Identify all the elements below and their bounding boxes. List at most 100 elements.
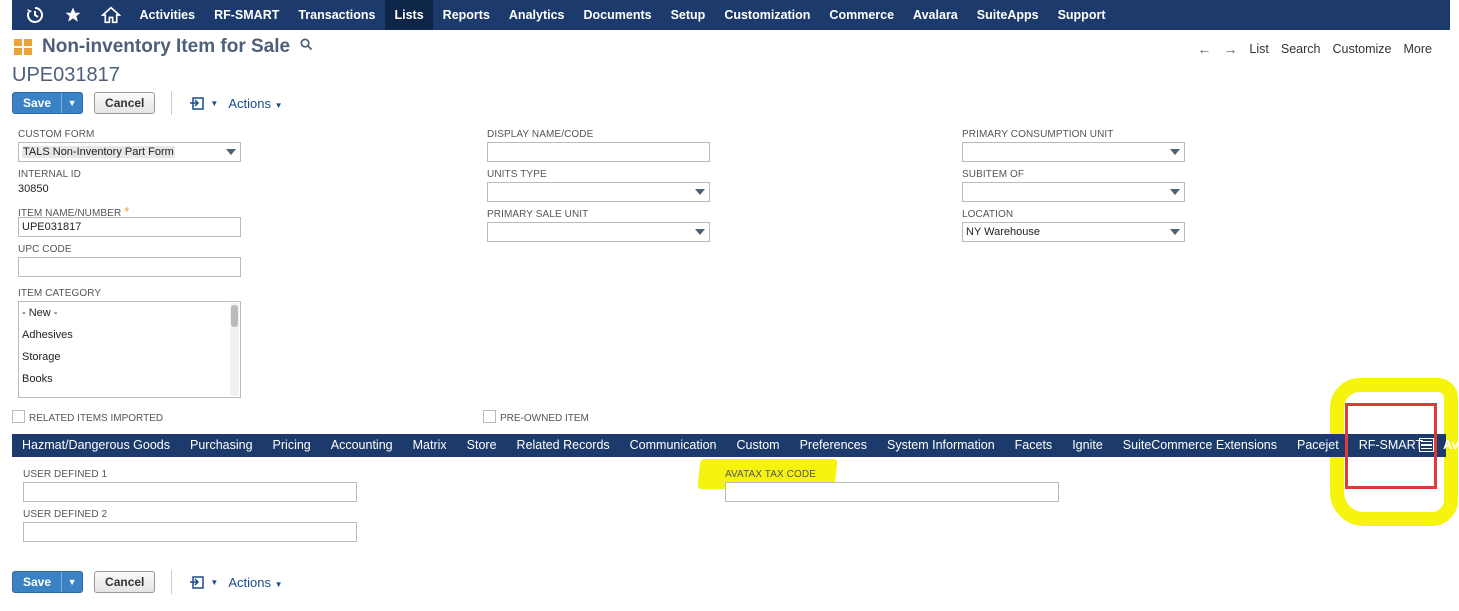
save-button-bottom[interactable]: Save ▼ — [12, 571, 84, 593]
item-category-listbox[interactable]: - New - Adhesives Storage Books — [18, 301, 241, 398]
location-select[interactable]: NY Warehouse — [962, 222, 1185, 242]
display-name-input[interactable] — [487, 142, 710, 162]
checkbox-box[interactable] — [483, 409, 496, 423]
subitem-of-select[interactable] — [962, 182, 1185, 202]
chevron-down-icon — [1170, 149, 1180, 155]
nav-avalara[interactable]: Avalara — [904, 0, 968, 30]
pre-owned-item-label: PRE-OWNED ITEM — [500, 413, 589, 424]
user-defined-1-input[interactable] — [23, 482, 357, 502]
custom-form-value: TALS Non-Inventory Part Form — [22, 146, 175, 158]
nav-suiteapps[interactable]: SuiteApps — [967, 0, 1048, 30]
primary-sale-unit-select[interactable] — [487, 222, 710, 242]
nav-reports[interactable]: Reports — [433, 0, 499, 30]
primary-consumption-unit-label: PRIMARY CONSUMPTION UNIT — [962, 129, 1114, 140]
display-name-label: DISPLAY NAME/CODE — [487, 129, 594, 140]
chevron-down-icon — [226, 149, 236, 155]
chevron-down-icon — [695, 229, 705, 235]
nav-analytics[interactable]: Analytics — [499, 0, 574, 30]
units-type-label: UNITS TYPE — [487, 169, 547, 180]
actions-menu[interactable]: Actions ▼ — [228, 96, 282, 111]
customize-link[interactable]: Customize — [1332, 42, 1391, 56]
page-header: Non-inventory Item for Sale — [14, 36, 313, 58]
nav-commerce[interactable]: Commerce — [820, 0, 904, 30]
user-defined-2-label: USER DEFINED 2 — [23, 509, 108, 520]
checkbox-box[interactable] — [12, 409, 25, 423]
nav-activities[interactable]: Activities — [130, 0, 205, 30]
cancel-button-bottom[interactable]: Cancel — [94, 571, 156, 593]
related-items-imported-checkbox[interactable]: RELATED ITEMS IMPORTED — [12, 408, 163, 424]
location-value: NY Warehouse — [966, 226, 1040, 238]
tab-pacejet[interactable]: Pacejet — [1287, 434, 1349, 457]
chevron-down-icon: ▼ — [274, 100, 283, 110]
tab-suitecommerce-extensions[interactable]: SuiteCommerce Extensions — [1113, 434, 1287, 457]
tab-facets[interactable]: Facets — [1005, 434, 1063, 457]
top-navigation-bar: Activities RF-SMART Transactions Lists R… — [12, 0, 1450, 30]
cancel-button[interactable]: Cancel — [94, 92, 156, 114]
save-dropdown-icon[interactable]: ▼ — [61, 572, 82, 592]
list-link[interactable]: List — [1249, 42, 1268, 56]
home-icon[interactable] — [92, 0, 130, 30]
nav-documents[interactable]: Documents — [574, 0, 661, 30]
tab-pricing[interactable]: Pricing — [263, 434, 321, 457]
units-type-select[interactable] — [487, 182, 710, 202]
user-defined-2-input[interactable] — [23, 522, 357, 542]
custom-form-label: CUSTOM FORM — [18, 129, 95, 140]
tab-store[interactable]: Store — [457, 434, 507, 457]
custom-form-select[interactable]: TALS Non-Inventory Part Form — [18, 142, 241, 162]
tab-custom[interactable]: Custom — [727, 434, 790, 457]
user-defined-1-label: USER DEFINED 1 — [23, 469, 108, 480]
tab-communication[interactable]: Communication — [620, 434, 727, 457]
nav-rf-smart[interactable]: RF-SMART — [205, 0, 289, 30]
list-item[interactable]: - New - — [19, 302, 240, 324]
primary-consumption-unit-select[interactable] — [962, 142, 1185, 162]
chevron-down-icon: ▼ — [274, 579, 283, 589]
scrollbar-thumb[interactable] — [231, 305, 238, 327]
more-link[interactable]: More — [1404, 42, 1432, 56]
item-name-input[interactable]: UPE031817 — [18, 217, 241, 237]
upc-code-input[interactable] — [18, 257, 241, 277]
internal-id-label: INTERNAL ID — [18, 169, 81, 180]
top-button-row: Save ▼ Cancel ▼ Actions ▼ — [12, 91, 283, 115]
star-icon[interactable] — [54, 0, 92, 30]
save-button[interactable]: Save ▼ — [12, 92, 84, 114]
chevron-down-icon — [1170, 189, 1180, 195]
tab-hazmat[interactable]: Hazmat/Dangerous Goods — [12, 434, 180, 457]
tab-related-records[interactable]: Related Records — [507, 434, 620, 457]
tab-purchasing[interactable]: Purchasing — [180, 434, 263, 457]
save-dropdown-icon[interactable]: ▼ — [61, 93, 82, 113]
scrollbar[interactable] — [230, 303, 239, 396]
actions-label: Actions — [228, 574, 271, 590]
recent-records-icon[interactable] — [16, 0, 54, 30]
primary-sale-unit-label: PRIMARY SALE UNIT — [487, 209, 589, 220]
tab-system-information[interactable]: System Information — [877, 434, 1005, 457]
nav-transactions[interactable]: Transactions — [289, 0, 385, 30]
record-navigation: ← → List Search Customize More — [1197, 41, 1432, 57]
pre-owned-item-checkbox[interactable]: PRE-OWNED ITEM — [483, 408, 589, 424]
list-item[interactable]: Books — [19, 368, 240, 390]
tab-accounting[interactable]: Accounting — [321, 434, 403, 457]
arrow-left-icon[interactable]: ← — [1197, 41, 1211, 57]
avatax-tax-code-input[interactable] — [725, 482, 1059, 502]
nav-lists[interactable]: Lists — [384, 0, 434, 30]
nav-support[interactable]: Support — [1048, 0, 1115, 30]
arrow-right-icon[interactable]: → — [1223, 41, 1237, 57]
red-annotation-box — [1345, 403, 1437, 489]
record-type-icon — [14, 39, 32, 55]
print-icon[interactable]: ▼ — [190, 95, 218, 111]
print-icon[interactable]: ▼ — [190, 574, 218, 590]
list-item[interactable]: Adhesives — [19, 324, 240, 346]
tab-matrix[interactable]: Matrix — [403, 434, 457, 457]
subtab-bar: Hazmat/Dangerous Goods Purchasing Pricin… — [12, 434, 1459, 457]
search-icon[interactable] — [300, 38, 313, 56]
tab-ignite[interactable]: Ignite — [1062, 434, 1113, 457]
nav-setup[interactable]: Setup — [661, 0, 715, 30]
nav-customization[interactable]: Customization — [715, 0, 820, 30]
save-button-label: Save — [23, 96, 52, 110]
button-divider — [171, 91, 173, 115]
tab-preferences[interactable]: Preferences — [790, 434, 877, 457]
subitem-of-label: SUBITEM OF — [962, 169, 1025, 180]
list-item[interactable]: Storage — [19, 346, 240, 368]
search-link[interactable]: Search — [1281, 42, 1321, 56]
actions-menu-bottom[interactable]: Actions ▼ — [228, 575, 282, 590]
internal-id-value: 30850 — [18, 183, 49, 195]
